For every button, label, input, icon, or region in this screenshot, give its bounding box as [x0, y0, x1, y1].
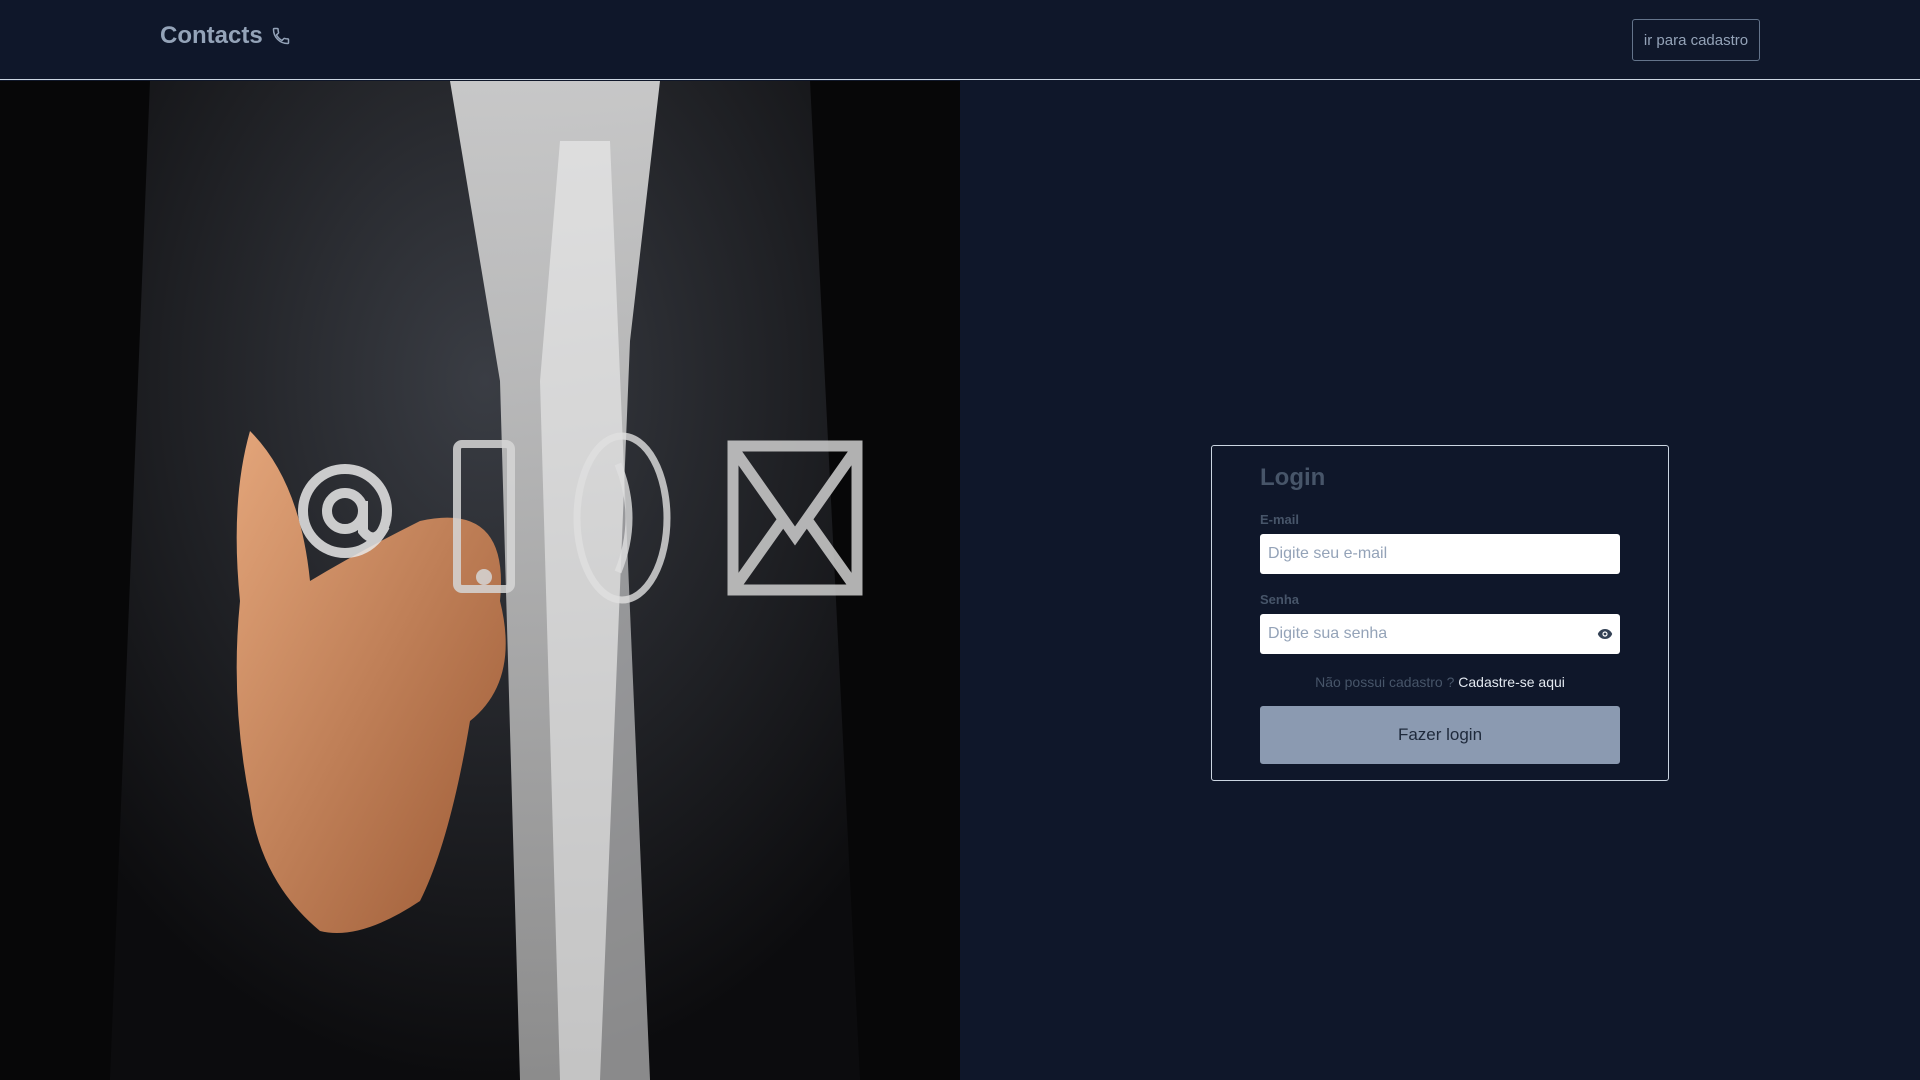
brand[interactable]: Contacts [160, 22, 291, 50]
top-navbar: Contacts ir para cadastro [0, 0, 1920, 80]
password-label: Senha [1260, 592, 1300, 607]
email-field[interactable] [1260, 534, 1620, 574]
hero-image [0, 81, 960, 1080]
signup-link[interactable]: Cadastre-se aqui [1458, 674, 1565, 690]
signup-row: Não possui cadastro ? Cadastre-se aqui [1212, 674, 1668, 690]
login-button[interactable]: Fazer login [1260, 706, 1620, 764]
contact-illustration [0, 81, 960, 1080]
login-form: Login E-mail Senha Não possui cadastro ?… [1211, 445, 1669, 781]
login-title: Login [1260, 464, 1326, 491]
signup-prompt: Não possui cadastro ? [1315, 674, 1455, 690]
password-field[interactable] [1260, 614, 1620, 654]
email-label: E-mail [1260, 512, 1300, 527]
go-to-register-button[interactable]: ir para cadastro [1632, 19, 1760, 61]
brand-name: Contacts [160, 22, 263, 49]
phone-icon [272, 27, 289, 45]
eye-icon[interactable] [1597, 627, 1613, 641]
